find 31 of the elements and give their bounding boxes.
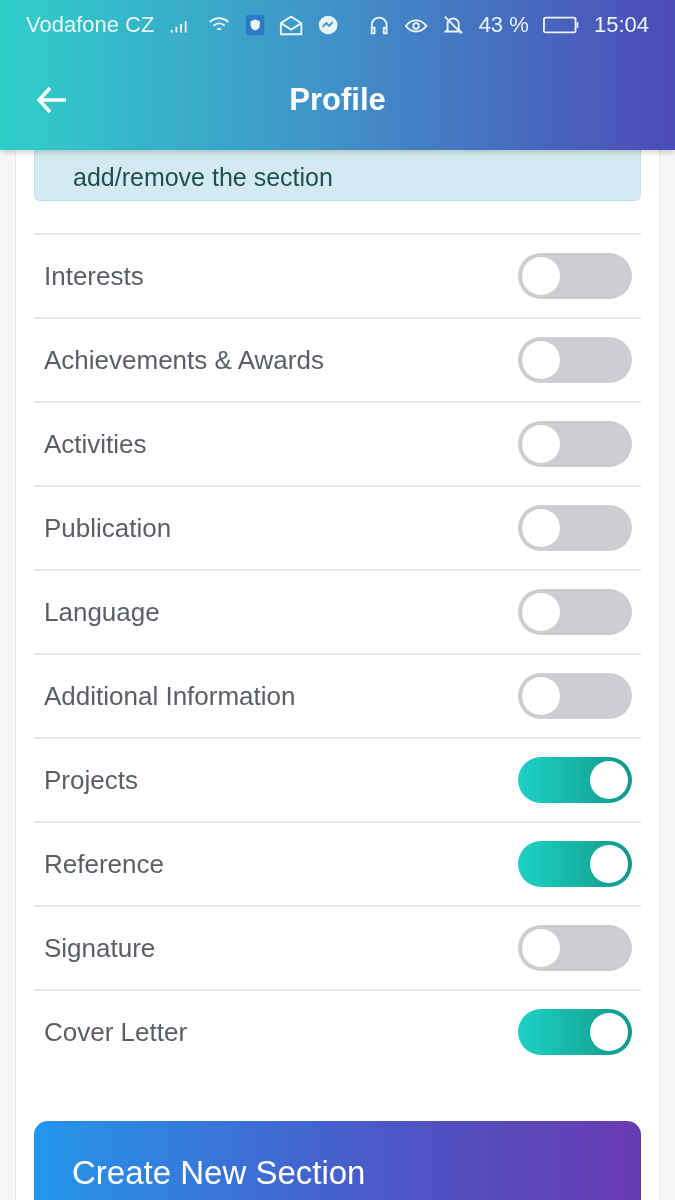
section-label: Additional Information (44, 680, 296, 712)
screen-title: Profile (289, 82, 386, 118)
section-label: Publication (44, 512, 172, 544)
section-label: Interests (44, 260, 144, 292)
battery-percent: 43 % (478, 12, 529, 38)
section-label: Language (44, 596, 160, 628)
shield-icon (244, 13, 266, 37)
mail-icon (279, 13, 304, 37)
section-label: Activities (44, 428, 147, 460)
section-label: Cover Letter (44, 1016, 188, 1048)
carrier-name: Vodafone CZ (26, 12, 155, 38)
messenger-icon (317, 13, 340, 37)
toggle-switch[interactable] (518, 841, 632, 887)
section-label: Projects (44, 764, 138, 796)
toggle-switch[interactable] (518, 337, 632, 383)
section-label: Achievements & Awards (44, 344, 324, 376)
toggle-switch[interactable] (518, 673, 632, 719)
toggle-switch[interactable] (518, 505, 632, 551)
clock: 15:04 (594, 12, 650, 38)
toggle-switch[interactable] (518, 757, 632, 803)
section-label: Reference (44, 848, 164, 880)
toggle-switch[interactable] (518, 1009, 632, 1055)
toggle-switch[interactable] (518, 421, 632, 467)
toggle-switch[interactable] (518, 925, 632, 971)
back-arrow-icon[interactable] (36, 86, 68, 114)
bell-off-icon (442, 13, 465, 37)
section-label: Signature (44, 932, 156, 964)
create-section-button[interactable]: Create New Section (34, 1121, 641, 1200)
toggle-switch[interactable] (518, 589, 632, 635)
toggle-switch[interactable] (518, 253, 632, 299)
info-text: add/remove the section (73, 163, 333, 192)
